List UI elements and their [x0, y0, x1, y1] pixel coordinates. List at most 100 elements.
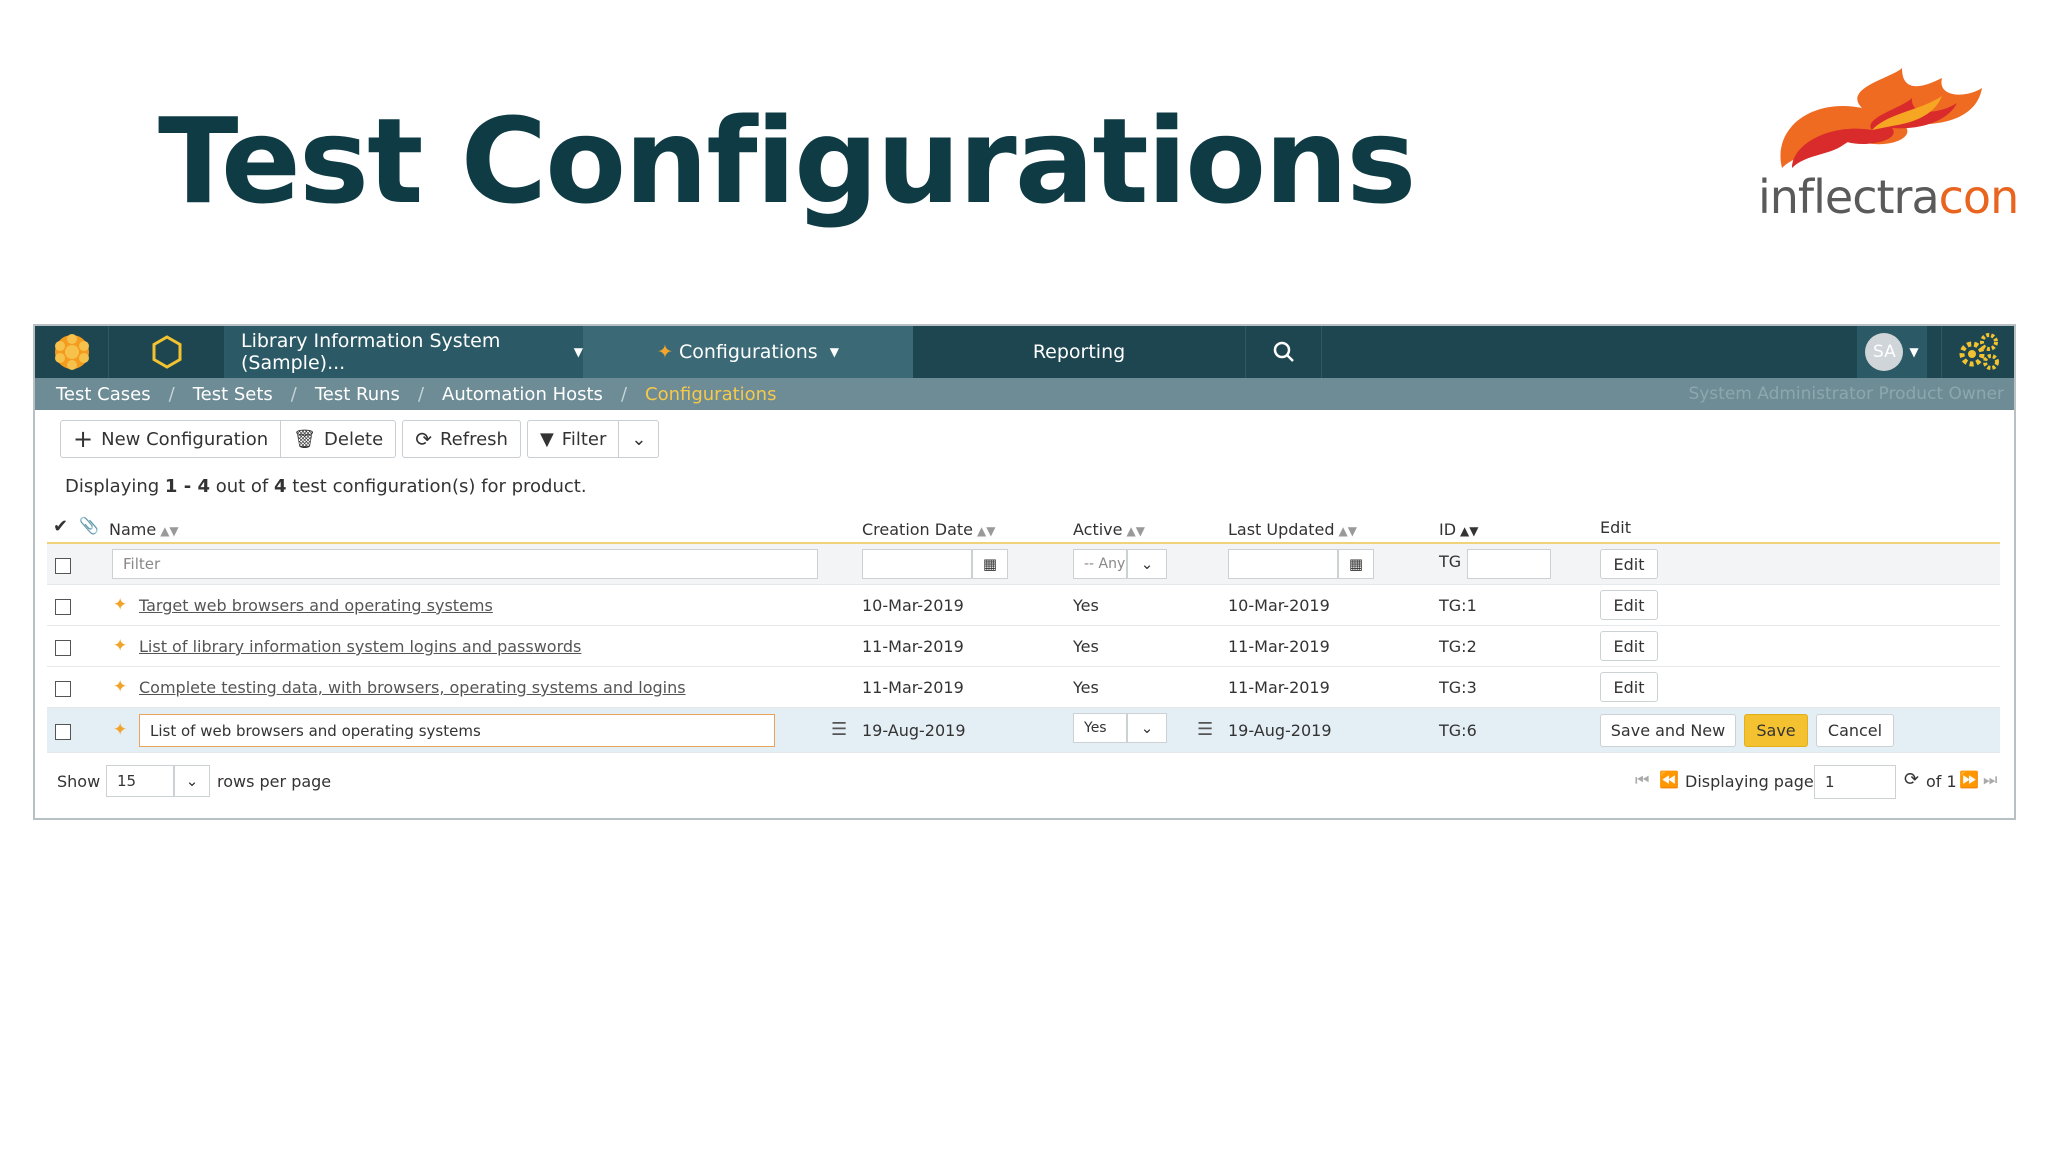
sort-icon[interactable]: ▲▼ [1339, 524, 1357, 538]
row-checkbox[interactable] [55, 724, 71, 740]
next-page-icon[interactable]: ⏩ [1959, 770, 1979, 789]
filter-row: Filter ▦ -- Any ⌄ ▦ TG Edit [47, 544, 2000, 585]
configurations-menu[interactable]: ✦ Configurations ▼ [583, 326, 913, 378]
chevron-down-icon: ▼ [1909, 345, 1919, 359]
configuration-id: TG:2 [1439, 637, 1477, 656]
creation-date: 11-Mar-2019 [862, 678, 964, 697]
app-window: Library Information System (Sample)... ▼… [33, 324, 2016, 820]
row-edit-button[interactable]: Edit [1600, 590, 1658, 620]
name-filter-input[interactable]: Filter [112, 549, 818, 579]
refresh-button[interactable]: ⟳ Refresh [402, 420, 521, 458]
chevron-down-icon[interactable]: ⌄ [1127, 549, 1167, 579]
slide-title: Test Configurations [158, 92, 1416, 230]
search-icon[interactable] [1246, 326, 1322, 378]
configuration-name-input[interactable]: List of web browsers and operating syste… [139, 714, 775, 747]
header-edit: Edit [1600, 518, 1631, 537]
header-active[interactable]: Active ▲▼ [1073, 520, 1145, 539]
table-row: ✦ Target web browsers and operating syst… [47, 585, 2000, 626]
check-icon[interactable]: ✔ [53, 516, 68, 537]
new-delete-group: + New Configuration 🗑 Delete [60, 420, 397, 458]
last-updated: 19-Aug-2019 [1228, 721, 1332, 740]
configurations-table: ✔ 📎 Name ▲▼ Creation Date ▲▼ Active ▲▼ Last… [47, 510, 2000, 753]
plus-icon: + [73, 425, 94, 453]
first-page-icon[interactable]: ⏮ [1635, 770, 1649, 790]
breadcrumb: Test Cases / Test Sets / Test Runs / Aut… [35, 378, 2014, 410]
row-checkbox[interactable] [55, 599, 71, 615]
top-navigation-bar: Library Information System (Sample)... ▼… [35, 326, 2014, 378]
new-configuration-button[interactable]: + New Configuration [60, 420, 282, 458]
save-button[interactable]: Save [1744, 714, 1808, 747]
refresh-icon: ⟳ [415, 427, 432, 451]
row-edit-button[interactable]: Edit [1600, 672, 1658, 702]
last-page-icon[interactable]: ⏭ [1983, 770, 1997, 790]
last-updated: 11-Mar-2019 [1228, 678, 1330, 697]
header-name[interactable]: Name ▲▼ [109, 520, 179, 539]
last-updated-filter-input[interactable] [1228, 549, 1338, 579]
sort-icon[interactable]: ▲▼ [160, 524, 178, 538]
slide: Test Configurations inflectracon Library… [0, 0, 2048, 1152]
logo-text: inflectracon [1758, 170, 2019, 224]
spira-logo-icon[interactable] [35, 326, 109, 378]
breadcrumb-test-runs[interactable]: Test Runs [315, 384, 400, 405]
list-icon[interactable]: ☰ [831, 719, 847, 740]
delete-button[interactable]: 🗑 Delete [281, 420, 397, 458]
chevron-down-icon[interactable]: ⌄ [1127, 713, 1167, 743]
show-label: Show [57, 772, 101, 791]
chevron-down-icon: ▼ [573, 345, 583, 359]
save-and-new-button[interactable]: Save and New [1600, 714, 1736, 747]
toolbar: + New Configuration 🗑 Delete ⟳ Refresh ▼… [60, 420, 660, 458]
cancel-button[interactable]: Cancel [1816, 714, 1894, 747]
page-count: of 1 [1926, 772, 1957, 791]
id-prefix: TG [1439, 552, 1462, 571]
breadcrumb-automation-hosts[interactable]: Automation Hosts [442, 384, 603, 405]
calendar-icon[interactable]: ▦ [972, 549, 1008, 579]
user-menu[interactable]: SA ▼ [1857, 326, 1927, 378]
active-filter-select[interactable]: -- Any [1073, 549, 1127, 579]
configuration-icon: ✦ [113, 636, 128, 656]
active-select[interactable]: Yes [1073, 713, 1127, 743]
avatar: SA [1865, 333, 1904, 371]
row-checkbox[interactable] [55, 681, 71, 697]
id-filter-input[interactable] [1467, 549, 1551, 579]
reporting-menu[interactable]: Reporting [913, 326, 1246, 378]
calendar-icon[interactable]: ▦ [1338, 549, 1374, 579]
configuration-icon: ✦ [113, 720, 128, 740]
filter-button[interactable]: ▼ Filter [526, 420, 620, 458]
sort-icon[interactable]: ▲▼ [977, 524, 995, 538]
breadcrumb-configurations[interactable]: Configurations [645, 384, 776, 405]
row-edit-button[interactable]: Edit [1600, 631, 1658, 661]
filter-dropdown-button[interactable]: ⌄ [619, 420, 660, 458]
sort-icon[interactable]: ▲▼ [1127, 524, 1145, 538]
page-number-input[interactable]: 1 [1814, 765, 1896, 799]
active-value: Yes [1073, 637, 1099, 656]
configuration-name-link[interactable]: List of library information system login… [139, 637, 581, 656]
filter-edit-button[interactable]: Edit [1600, 549, 1658, 579]
project-selector[interactable]: Library Information System (Sample)... ▼ [225, 326, 583, 378]
configuration-id: TG:6 [1439, 721, 1477, 740]
breadcrumb-test-cases[interactable]: Test Cases [56, 384, 151, 405]
creation-date: 10-Mar-2019 [862, 596, 964, 615]
sort-icon[interactable]: ▲▼ [1460, 524, 1478, 538]
row-checkbox[interactable] [55, 640, 71, 656]
gear-icon[interactable] [1941, 326, 2016, 378]
rows-per-page-label: rows per page [217, 772, 332, 791]
header-creation-date[interactable]: Creation Date ▲▼ [862, 520, 996, 539]
header-last-updated[interactable]: Last Updated ▲▼ [1228, 520, 1357, 539]
filter-group: ▼ Filter ⌄ [526, 420, 660, 458]
chevron-down-icon[interactable]: ⌄ [174, 765, 210, 797]
header-id[interactable]: ID ▲▼ [1439, 520, 1479, 539]
configuration-name-link[interactable]: Target web browsers and operating system… [139, 596, 493, 615]
table-row: ✦ Complete testing data, with browsers, … [47, 667, 2000, 708]
configuration-name-link[interactable]: Complete testing data, with browsers, op… [139, 678, 686, 697]
hexagon-icon[interactable] [109, 326, 225, 378]
breadcrumb-test-sets[interactable]: Test Sets [193, 384, 273, 405]
configuration-id: TG:3 [1439, 678, 1477, 697]
chevron-down-icon: ▼ [829, 345, 839, 359]
refresh-icon[interactable]: ⟳ [1904, 769, 1919, 790]
list-icon[interactable]: ☰ [1197, 719, 1213, 740]
previous-page-icon[interactable]: ⏪ [1659, 770, 1679, 789]
table-row: ✦ List of library information system log… [47, 626, 2000, 667]
rows-per-page-select[interactable]: 15 [106, 765, 174, 797]
select-all-checkbox[interactable] [55, 558, 71, 574]
creation-date-filter-input[interactable] [862, 549, 972, 579]
